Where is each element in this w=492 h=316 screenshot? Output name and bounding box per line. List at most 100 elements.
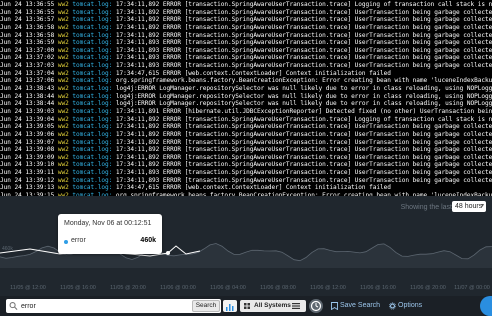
log-line: Jun 24 13:37:06 ww2 tomcat.log: org.spri… <box>0 77 492 85</box>
chevron-down-icon: ▾ <box>480 203 484 209</box>
log-line: Jun 24 13:38:44 ww2 tomcat.log: log4j:ER… <box>0 100 492 108</box>
x-axis-tick: 11/06 @ 00:00 <box>160 285 196 291</box>
log-timestamp: Jun 24 13:37:04 <box>0 69 55 77</box>
log-timestamp: Jun 24 13:36:55 <box>0 8 55 16</box>
log-timestamp: Jun 24 13:39:12 <box>0 176 55 184</box>
log-source: tomcat.log: <box>72 54 113 62</box>
log-timestamp: Jun 24 13:39:07 <box>0 138 55 146</box>
clock-icon <box>310 300 322 312</box>
systems-select-button[interactable]: All Systems <box>240 300 306 312</box>
log-source: tomcat.log: <box>72 92 113 100</box>
log-line: Jun 24 13:39:05 ww2 tomcat.log: 17:34:11… <box>0 123 492 131</box>
x-axis-tick: 11/07 @ 00:00 <box>454 285 490 291</box>
log-timestamp: Jun 24 13:37:06 <box>0 77 55 85</box>
x-axis-tick: 11/05 @ 16:00 <box>60 285 96 291</box>
log-timestamp: Jun 24 13:38:44 <box>0 92 55 100</box>
log-host: ww2 <box>57 46 69 54</box>
y-axis-tick: 460k <box>2 246 13 252</box>
search-button[interactable]: Search <box>192 300 220 312</box>
search-input[interactable] <box>21 300 181 312</box>
log-message: org.springframework.beans.factory.BeanCr… <box>115 77 492 85</box>
log-line: Jun 24 13:39:12 ww2 tomcat.log: 17:34:11… <box>0 177 492 185</box>
log-host: ww2 <box>57 39 69 47</box>
log-timestamp: Jun 24 13:38:44 <box>0 100 55 108</box>
gear-icon <box>389 302 396 310</box>
save-search-button[interactable]: Save Search <box>330 299 384 313</box>
x-axis-tick: 11/06 @ 04:00 <box>210 285 246 291</box>
log-message: 17:34:11,892 ERROR [transaction.SpringAw… <box>115 31 492 39</box>
log-message: 17:34:11,892 ERROR [transaction.SpringAw… <box>115 123 492 131</box>
log-line: Jun 24 13:39:04 ww2 tomcat.log: 17:34:11… <box>0 116 492 124</box>
chart-toggle-button[interactable] <box>223 300 237 312</box>
log-host: ww2 <box>57 62 69 70</box>
log-source: tomcat.log: <box>72 176 113 184</box>
search-toolbar: Search All Systems Save Search <box>0 296 492 316</box>
log-host: ww2 <box>57 100 69 108</box>
log-host: ww2 <box>57 153 69 161</box>
x-axis-tick: 11/06 @ 12:00 <box>310 285 346 291</box>
log-source: tomcat.log: <box>72 16 113 24</box>
log-message: 17:34:47,615 ERROR [web.context.ContextL… <box>115 184 391 192</box>
log-source: tomcat.log: <box>72 23 113 31</box>
options-button[interactable]: Options <box>388 299 432 313</box>
log-host: ww2 <box>57 107 69 115</box>
log-message: 17:34:11,892 ERROR [transaction.SpringAw… <box>115 153 492 161</box>
log-source: tomcat.log: <box>72 77 113 85</box>
search-icon <box>9 302 18 310</box>
log-timestamp: Jun 24 13:39:09 <box>0 153 55 161</box>
log-source: tomcat.log: <box>72 184 113 192</box>
log-line: Jun 24 13:36:59 ww2 tomcat.log: 17:34:11… <box>0 39 492 47</box>
log-message: 17:34:47,615 ERROR [web.context.ContextL… <box>115 69 391 77</box>
log-message: 17:34:11,892 ERROR [transaction.SpringAw… <box>115 146 492 154</box>
log-message: 17:34:11,892 ERROR [transaction.SpringAw… <box>115 23 492 31</box>
grid-icon <box>244 303 250 309</box>
chart-tooltip: Monday, Nov 06 at 00:12:51 error 460k <box>58 214 162 254</box>
log-host: ww2 <box>57 92 69 100</box>
range-label: Showing the last <box>400 204 452 211</box>
event-volume-chart[interactable]: 11/05 @ 12:00 11/05 @ 16:00 11/05 @ 20:00 1… <box>0 196 492 296</box>
log-message: 17:34:11,892 ERROR [transaction.SpringAw… <box>115 138 492 146</box>
x-axis-tick: 11/06 @ 08:00 <box>260 285 296 291</box>
log-host: ww2 <box>57 8 69 16</box>
x-axis-tick: 11/06 @ 20:00 <box>410 285 446 291</box>
log-message: 17:34:11,893 ERROR [transaction.SpringAw… <box>115 62 492 70</box>
log-source: tomcat.log: <box>72 161 113 169</box>
time-range-select[interactable]: 48 hours ▾ <box>452 201 486 212</box>
log-source: tomcat.log: <box>72 100 113 108</box>
log-host: ww2 <box>57 54 69 62</box>
log-source: tomcat.log: <box>72 169 113 177</box>
save-search-label: Save Search <box>340 302 381 309</box>
log-message: 17:34:11,893 ERROR [transaction.SpringAw… <box>115 46 492 54</box>
log-line: Jun 24 13:37:02 ww2 tomcat.log: 17:34:11… <box>0 54 492 62</box>
log-timestamp: Jun 24 13:36:55 <box>0 1 55 8</box>
bar-chart-icon <box>226 304 234 311</box>
log-line: Jun 24 13:39:13 ww2 tomcat.log: 17:34:47… <box>0 184 492 192</box>
log-source: tomcat.log: <box>72 1 113 8</box>
log-line: Jun 24 13:36:55 ww2 tomcat.log: 17:34:11… <box>0 1 492 9</box>
log-line: Jun 24 13:39:03 ww2 tomcat.log: 17:34:11… <box>0 108 492 116</box>
log-timestamp: Jun 24 13:37:02 <box>0 54 55 62</box>
log-host: ww2 <box>57 1 69 8</box>
log-source: tomcat.log: <box>72 146 113 154</box>
time-range-value: 48 hours <box>455 203 483 210</box>
x-axis-tick: 11/05 @ 20:00 <box>110 285 146 291</box>
log-stream[interactable]: Jun 24 13:36:55 ww2 tomcat.log: 17:34:11… <box>0 0 492 196</box>
time-picker-button[interactable] <box>309 299 323 313</box>
log-timestamp: Jun 24 13:39:13 <box>0 184 55 192</box>
log-message: 17:34:11,892 ERROR [transaction.SpringAw… <box>115 16 492 24</box>
log-timestamp: Jun 24 13:39:05 <box>0 123 55 131</box>
log-line: Jun 24 13:38:43 ww2 tomcat.log: log4j:ER… <box>0 85 492 93</box>
log-message: log4j:ERROR LogManager.repositorySelecto… <box>115 100 492 108</box>
log-source: tomcat.log: <box>72 69 113 77</box>
help-tab-button[interactable] <box>480 296 492 316</box>
series-dot-icon <box>64 240 68 244</box>
log-host: ww2 <box>57 115 69 123</box>
log-message: 17:34:11,892 ERROR [transaction.SpringAw… <box>115 8 492 16</box>
log-host: ww2 <box>57 130 69 138</box>
log-host: ww2 <box>57 16 69 24</box>
log-message: 17:34:11,893 ERROR [transaction.SpringAw… <box>115 169 492 177</box>
log-message: 17:34:11,893 ERROR [transaction.SpringAw… <box>115 39 492 47</box>
search-box <box>6 299 221 313</box>
log-timestamp: Jun 24 13:39:08 <box>0 146 55 154</box>
log-timestamp: Jun 24 13:36:58 <box>0 31 55 39</box>
